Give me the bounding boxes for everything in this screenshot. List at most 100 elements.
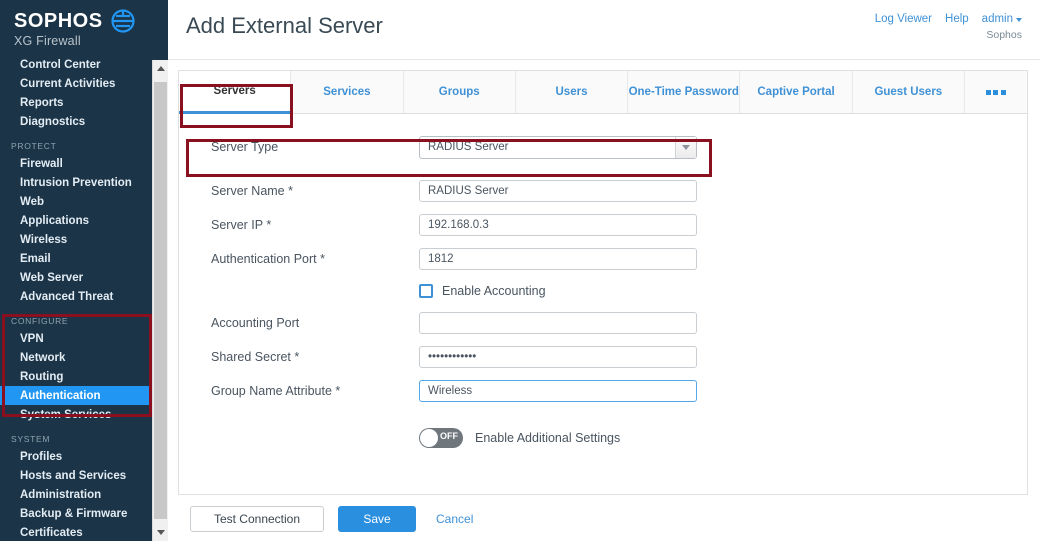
more-horizontal-icon[interactable]: [965, 71, 1027, 113]
sidebar-item-advanced-threat[interactable]: Advanced Threat: [0, 287, 152, 306]
sidebar: SOPHOS XG Firewall MONITOR & ANALYZECont…: [0, 0, 168, 541]
shared-secret-label: Shared Secret *: [211, 350, 419, 364]
admin-label: admin: [982, 13, 1013, 25]
server-ip-label: Server IP *: [211, 218, 419, 232]
sidebar-item-web[interactable]: Web: [0, 192, 152, 211]
admin-menu[interactable]: admin: [982, 13, 1022, 25]
server-type-dropdown[interactable]: RADIUS Server: [419, 136, 697, 159]
auth-port-input[interactable]: [419, 248, 697, 270]
field-row-shared-secret: Shared Secret *: [179, 340, 1027, 374]
sidebar-section-header: PROTECT: [0, 131, 152, 154]
brand-name: SOPHOS: [14, 10, 103, 33]
account-subtitle: Sophos: [875, 29, 1022, 41]
server-name-input[interactable]: [419, 180, 697, 202]
scrollbar-thumb[interactable]: [154, 82, 167, 519]
help-link[interactable]: Help: [945, 13, 969, 25]
sidebar-item-web-server[interactable]: Web Server: [0, 268, 152, 287]
sidebar-item-current-activities[interactable]: Current Activities: [0, 74, 152, 93]
top-links: Log Viewer Help admin Sophos: [875, 13, 1022, 41]
sidebar-item-administration[interactable]: Administration: [0, 485, 152, 504]
sidebar-nav-scroll: MONITOR & ANALYZEControl CenterCurrent A…: [0, 58, 152, 541]
sidebar-item-routing[interactable]: Routing: [0, 367, 152, 386]
chevron-down-icon: [1016, 18, 1022, 22]
brand-logo[interactable]: SOPHOS XG Firewall: [0, 0, 168, 58]
tab-services[interactable]: Services: [291, 71, 403, 113]
sidebar-item-backup-firmware[interactable]: Backup & Firmware: [0, 504, 152, 523]
tab-captive-portal[interactable]: Captive Portal: [740, 71, 852, 113]
field-row-auth-port: Authentication Port *: [179, 242, 1027, 276]
sidebar-item-diagnostics[interactable]: Diagnostics: [0, 112, 152, 131]
field-row-server-name: Server Name *: [179, 174, 1027, 208]
accounting-port-label: Accounting Port: [211, 316, 419, 330]
chevron-down-icon[interactable]: [675, 137, 696, 158]
save-button[interactable]: Save: [338, 506, 416, 532]
toggle-state-label: OFF: [440, 431, 458, 441]
sophos-globe-icon: [111, 9, 135, 33]
sidebar-item-certificates[interactable]: Certificates: [0, 523, 152, 541]
sidebar-item-system-services[interactable]: System Services: [0, 405, 152, 424]
sidebar-item-authentication[interactable]: Authentication: [0, 386, 150, 405]
sidebar-item-network[interactable]: Network: [0, 348, 152, 367]
tab-bar: ServersServicesGroupsUsersOne-Time Passw…: [179, 71, 1027, 114]
tab-users[interactable]: Users: [516, 71, 628, 113]
field-row-enable-accounting: Enable Accounting: [179, 276, 1027, 306]
server-name-label: Server Name *: [211, 184, 419, 198]
sidebar-item-reports[interactable]: Reports: [0, 93, 152, 112]
sidebar-item-wireless[interactable]: Wireless: [0, 230, 152, 249]
server-type-label: Server Type: [211, 140, 419, 154]
field-row-server-ip: Server IP *: [179, 208, 1027, 242]
sidebar-item-applications[interactable]: Applications: [0, 211, 152, 230]
sidebar-item-hosts-and-services[interactable]: Hosts and Services: [0, 466, 152, 485]
group-name-attribute-control: [419, 380, 697, 402]
log-viewer-link[interactable]: Log Viewer: [875, 13, 932, 25]
chevron-down-icon[interactable]: [153, 524, 168, 541]
tab-guest-users[interactable]: Guest Users: [853, 71, 965, 113]
server-ip-control: [419, 214, 697, 236]
accounting-port-input[interactable]: [419, 312, 697, 334]
content-card: ServersServicesGroupsUsersOne-Time Passw…: [178, 70, 1028, 495]
field-row-additional-settings: OFF Enable Additional Settings: [179, 420, 1027, 456]
main-area: Add External Server Log Viewer Help admi…: [168, 0, 1040, 541]
tab-groups[interactable]: Groups: [404, 71, 516, 113]
server-name-control: [419, 180, 697, 202]
cancel-link[interactable]: Cancel: [436, 512, 473, 526]
tab-one-time-password[interactable]: One-Time Password: [628, 71, 740, 113]
auth-port-control: [419, 248, 697, 270]
brand-product: XG Firewall: [14, 34, 168, 48]
top-links-row: Log Viewer Help admin: [875, 13, 1022, 25]
sidebar-item-intrusion-prevention[interactable]: Intrusion Prevention: [0, 173, 152, 192]
sidebar-item-profiles[interactable]: Profiles: [0, 447, 152, 466]
brand-logo-row: SOPHOS: [14, 9, 168, 33]
shared-secret-input[interactable]: [419, 346, 697, 368]
page-title: Add External Server: [186, 13, 383, 39]
sidebar-section-header: CONFIGURE: [0, 306, 152, 329]
sidebar-item-firewall[interactable]: Firewall: [0, 154, 152, 173]
server-ip-input[interactable]: [419, 214, 697, 236]
group-name-attribute-input[interactable]: [419, 380, 697, 402]
toggle-knob: [420, 429, 438, 447]
shared-secret-control: [419, 346, 697, 368]
field-row-group-name-attribute: Group Name Attribute *: [179, 374, 1027, 408]
accounting-port-control: [419, 312, 697, 334]
sidebar-section-header: SYSTEM: [0, 424, 152, 447]
top-bar: Add External Server Log Viewer Help admi…: [168, 0, 1040, 60]
chevron-up-icon[interactable]: [153, 60, 168, 77]
server-type-control: RADIUS Server: [419, 136, 697, 159]
field-row-server-type: Server Type RADIUS Server: [179, 130, 1027, 164]
sidebar-item-email[interactable]: Email: [0, 249, 152, 268]
auth-port-label: Authentication Port *: [211, 252, 419, 266]
enable-additional-settings-label: Enable Additional Settings: [475, 431, 620, 445]
enable-accounting-label: Enable Accounting: [442, 284, 546, 298]
tab-servers[interactable]: Servers: [179, 71, 291, 114]
app-root: SOPHOS XG Firewall MONITOR & ANALYZECont…: [0, 0, 1040, 541]
form-footer: Test Connection Save Cancel: [178, 496, 1028, 541]
sidebar-scrollbar[interactable]: [152, 60, 168, 541]
test-connection-button[interactable]: Test Connection: [190, 506, 324, 532]
server-type-value: RADIUS Server: [419, 136, 697, 159]
sidebar-item-vpn[interactable]: VPN: [0, 329, 152, 348]
server-form: Server Type RADIUS Server Server Name *: [179, 114, 1027, 456]
group-name-attribute-label: Group Name Attribute *: [211, 384, 419, 398]
enable-accounting-checkbox[interactable]: [419, 284, 433, 298]
sidebar-item-control-center[interactable]: Control Center: [0, 58, 152, 74]
enable-additional-settings-toggle[interactable]: OFF: [419, 428, 463, 448]
